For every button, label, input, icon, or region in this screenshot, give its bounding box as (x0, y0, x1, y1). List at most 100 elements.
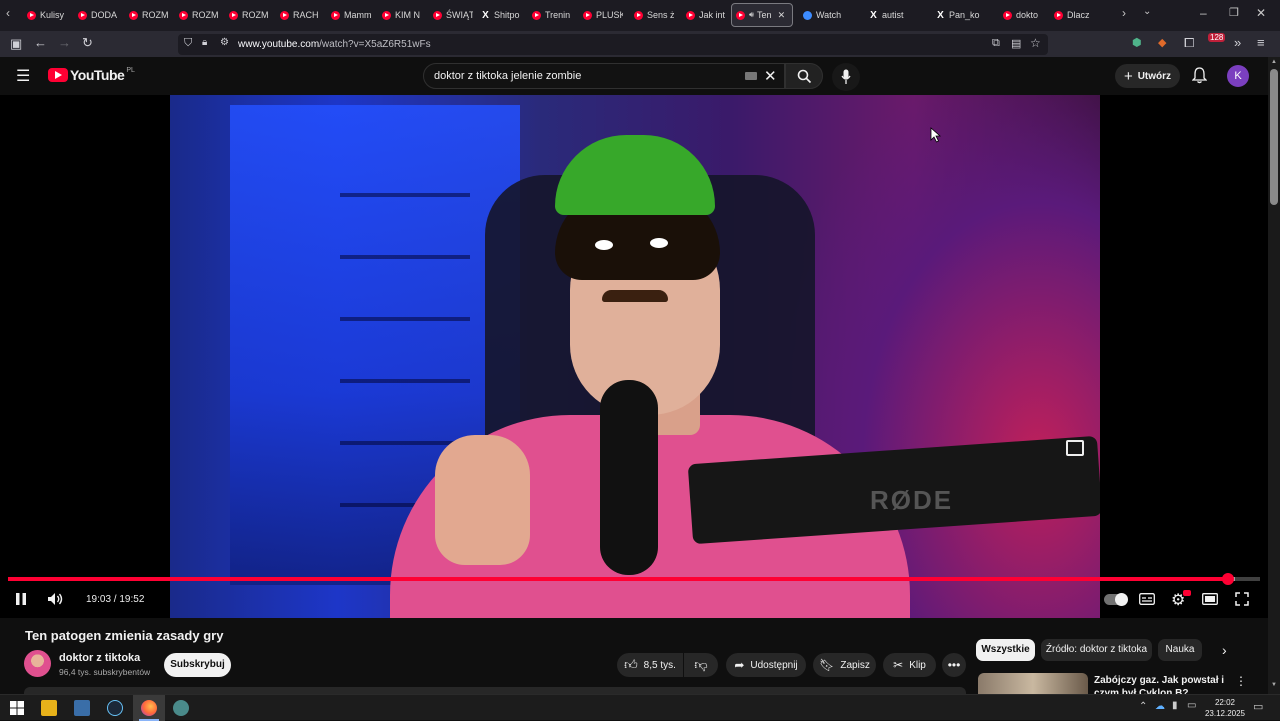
browser-tab[interactable]: PLUSK (583, 5, 623, 25)
browser-tab[interactable]: Kulisy (27, 5, 67, 25)
like-button[interactable]: 👍︎ 8,5 tys. (617, 653, 683, 677)
taskbar-clock[interactable]: 22:02 23.12.2025 (1200, 697, 1250, 719)
more-actions-button[interactable]: ••• (942, 653, 966, 677)
sidebar-toggle-icon[interactable]: ▣ (10, 36, 22, 52)
firefox-taskbar-active[interactable] (133, 695, 165, 721)
tray-chevron-icon[interactable]: ⌃ (1139, 701, 1147, 712)
guide-menu-icon[interactable]: ☰ (16, 66, 30, 86)
restore-window-icon[interactable]: ❐ (1229, 6, 1239, 19)
browser-tab[interactable]: Xautist (869, 5, 921, 25)
volume-icon[interactable] (47, 592, 65, 606)
extension-shield-icon[interactable]: ⬢ (1132, 36, 1142, 49)
minimize-window-icon[interactable]: – (1200, 6, 1207, 20)
windows-start-icon[interactable] (9, 700, 25, 716)
voice-search-button[interactable] (832, 63, 860, 91)
browser-tab[interactable]: Mamm (331, 5, 371, 25)
browser-tab[interactable]: Sens ż (634, 5, 674, 25)
close-tab-icon[interactable]: ✕ (778, 10, 786, 21)
subscribe-button[interactable]: Subskrybuj (164, 653, 231, 677)
progress-scrubber-handle[interactable] (1221, 573, 1234, 585)
theater-mode-icon[interactable] (1202, 593, 1218, 605)
tabs-scroll-right-icon[interactable]: › (1122, 6, 1126, 20)
browser-tab[interactable]: Jak int (686, 5, 726, 25)
scroll-up-arrow-icon[interactable]: ▲ (1271, 59, 1277, 65)
video-progress-bar[interactable] (8, 577, 1260, 581)
app-menu-icon[interactable]: ≡ (1257, 35, 1265, 50)
tray-cloud-icon[interactable]: ☁ (1155, 701, 1165, 712)
tab-audio-icon[interactable]: 🔊︎ (749, 10, 754, 20)
keyboard-icon[interactable] (745, 72, 757, 80)
tray-usb-icon[interactable]: ▮ (1172, 700, 1178, 711)
picture-in-picture-icon[interactable]: ⧉ (992, 37, 1000, 50)
account-avatar[interactable]: K (1227, 65, 1249, 87)
browser-tab[interactable]: KIM N (382, 5, 422, 25)
notifications-bell-icon[interactable] (1192, 67, 1207, 84)
file-explorer-icon[interactable] (41, 700, 57, 716)
youtube-logo[interactable]: YouTube PL (48, 67, 135, 83)
dislike-button[interactable]: 👎︎ (684, 653, 718, 677)
channel-name[interactable]: doktor z tiktoka (59, 652, 140, 664)
browser-tab[interactable]: ROZM (129, 5, 169, 25)
recommended-video-title[interactable]: Zabójczy gaz. Jak powstał i czym był Cyk… (1094, 674, 1244, 694)
chips-next-arrow-icon[interactable]: › (1222, 642, 1227, 658)
reader-view-icon[interactable]: ▤ (1011, 37, 1021, 50)
search-input[interactable]: doktor z tiktoka jelenie zombie (434, 70, 581, 82)
search-box[interactable]: doktor z tiktoka jelenie zombie ✕ (423, 63, 785, 89)
clear-search-icon[interactable]: ✕ (764, 67, 777, 85)
description-box[interactable] (24, 687, 966, 694)
browser-tab[interactable]: Trenin (532, 5, 572, 25)
this-pc-icon[interactable] (74, 700, 90, 716)
page-scrollbar[interactable]: ▲ ▼ (1268, 57, 1280, 694)
browser-tab[interactable]: RACH (280, 5, 320, 25)
tab-list-dropdown-icon[interactable]: ⌄ (1143, 6, 1151, 17)
browser-tab[interactable]: ROZM (229, 5, 269, 25)
recommended-more-icon[interactable]: ⋮ (1235, 674, 1247, 688)
browser-tab[interactable]: ŚWIĄT (433, 5, 473, 25)
browser-tab[interactable]: X Shitpo (481, 5, 521, 25)
extension-badge[interactable]: 128 (1208, 33, 1226, 42)
chip-source-channel[interactable]: Źródło: doktor z tiktoka (1041, 639, 1152, 661)
tabs-scroll-left-icon[interactable]: ‹ (6, 6, 10, 20)
create-button[interactable]: + Utwórz (1115, 64, 1180, 88)
recommended-video-thumbnail[interactable] (978, 673, 1088, 694)
reload-icon[interactable]: ↻ (82, 35, 93, 51)
search-button[interactable] (785, 63, 823, 89)
forward-icon[interactable]: → (58, 35, 71, 50)
subtitles-icon[interactable] (1139, 593, 1155, 605)
fullscreen-icon[interactable] (1235, 592, 1249, 606)
extension-fox-icon[interactable]: ◆ (1158, 36, 1166, 49)
share-button[interactable]: ➦ Udostępnij (726, 653, 806, 677)
tracking-shield-icon[interactable]: ⛉ (184, 37, 192, 50)
pause-icon[interactable] (14, 592, 28, 606)
more-tools-icon[interactable]: » (1234, 35, 1241, 50)
url-text[interactable]: www.youtube.com/watch?v=X5aZ6R51wFs (238, 39, 431, 50)
scrollbar-thumb[interactable] (1270, 69, 1278, 205)
chip-science[interactable]: Nauka (1158, 639, 1202, 661)
browser-tab[interactable]: DODA (78, 5, 118, 25)
extensions-puzzle-icon[interactable]: ⧠ (1184, 35, 1194, 51)
app-icon[interactable] (173, 700, 189, 716)
steam-icon[interactable] (107, 700, 123, 716)
channel-avatar[interactable] (24, 650, 51, 677)
notifications-center-icon[interactable]: ▭ (1253, 700, 1263, 713)
bookmark-star-icon[interactable]: ☆ (1030, 36, 1041, 50)
browser-tab[interactable]: dokto (1003, 5, 1043, 25)
lock-icon[interactable]: 🔒︎ (202, 37, 207, 48)
autoplay-toggle[interactable] (1104, 593, 1128, 606)
browser-tab[interactable]: ROZM (179, 5, 219, 25)
video-player[interactable]: RØDE (0, 95, 1268, 618)
browser-tab[interactable]: 🔊︎ Ten ✕ (731, 3, 793, 27)
browser-tab[interactable]: Dlacz (1054, 5, 1094, 25)
miniplayer-icon[interactable] (1066, 440, 1084, 456)
address-bar[interactable]: ⛉ 🔒︎ ⚙ www.youtube.com/watch?v=X5aZ6R51w… (178, 34, 1048, 55)
chip-all[interactable]: Wszystkie (976, 639, 1035, 661)
save-button[interactable]: 🔖︎ Zapisz (813, 653, 876, 677)
scroll-down-arrow-icon[interactable]: ▼ (1271, 682, 1277, 688)
close-window-icon[interactable]: ✕ (1256, 6, 1266, 20)
permissions-icon[interactable]: ⚙ (220, 37, 229, 48)
clip-button[interactable]: ✂ Klip (883, 653, 936, 677)
back-icon[interactable]: ← (34, 35, 47, 50)
tray-network-icon[interactable]: ▭ (1187, 700, 1196, 711)
browser-tab[interactable]: Watch (803, 5, 855, 25)
browser-tab[interactable]: X Pan_ko (936, 5, 988, 25)
